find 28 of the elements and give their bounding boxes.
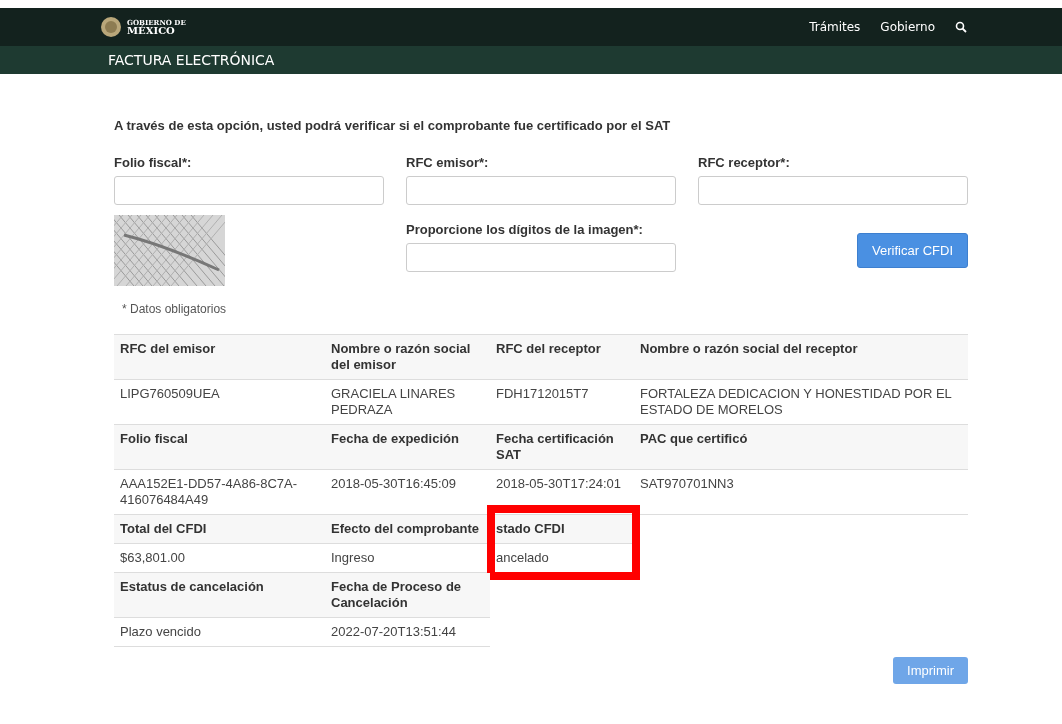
field-label: RFC emisor*: — [406, 155, 490, 170]
required-note: * Datos obligatorios — [122, 302, 228, 316]
column-header: PAC que certificó — [634, 425, 968, 470]
column-header: Estatus de cancelación — [114, 573, 325, 618]
logo-text: MÉXICO — [127, 25, 175, 36]
field-label: RFC receptor*: — [698, 155, 791, 170]
input-field[interactable] — [406, 243, 676, 272]
column-header: Total del CFDI — [114, 515, 325, 544]
input-field[interactable] — [698, 176, 968, 205]
column-header: Fecha de expedición — [325, 425, 490, 470]
search-icon[interactable] — [955, 21, 967, 33]
input-field[interactable] — [406, 176, 676, 205]
field-label: Proporcione los dígitos de la imagen*: — [406, 222, 644, 237]
column-header: RFC del receptor — [490, 335, 634, 380]
section-title: FACTURA ELECTRÓNICA — [108, 52, 275, 68]
column-header: RFC del emisor — [114, 335, 325, 380]
nav-link[interactable]: Trámites — [809, 20, 861, 34]
intro-text: A través de esta opción, usted podrá verificar si el comprobante fue certificado por el SAT — [114, 118, 672, 133]
field-label: Folio fiscal*: — [114, 155, 193, 170]
column-header: Fecha certificación SAT — [490, 425, 634, 470]
column-header: Nombre o razón social del receptor — [634, 335, 968, 380]
nav-link[interactable]: Gobierno — [880, 20, 935, 34]
column-header: Folio fiscal — [114, 425, 325, 470]
column-header: Fecha de Proceso de Cancelación — [325, 573, 490, 618]
column-header: Efecto del comprobante — [325, 515, 490, 544]
column-header: Nombre o razón social del emisor — [325, 335, 490, 380]
input-field[interactable] — [114, 176, 384, 205]
seal-icon — [100, 16, 122, 38]
